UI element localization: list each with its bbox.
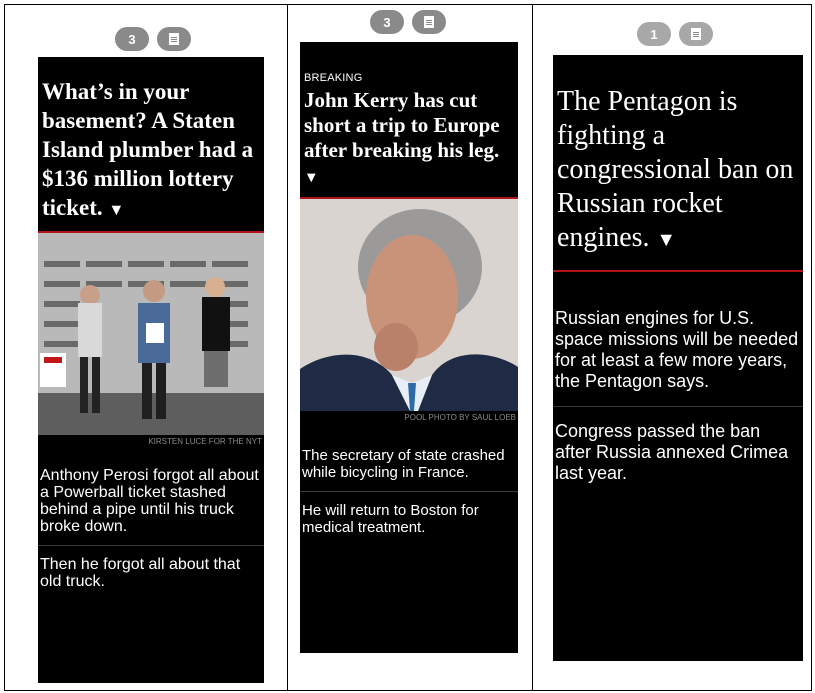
- headline[interactable]: What’s in your basement? A Staten Island…: [38, 57, 264, 225]
- story-card[interactable]: The Pentagon is fighting a congressional…: [553, 55, 803, 661]
- story-summary: The secretary of state crashed while bic…: [302, 447, 505, 481]
- comment-count-badge[interactable]: 3: [115, 27, 149, 51]
- photo-image: [38, 233, 264, 435]
- story-summary: Russian engines for U.S. space missions …: [555, 308, 799, 391]
- headline[interactable]: The Pentagon is fighting a congressional…: [553, 55, 803, 258]
- expand-arrow-icon[interactable]: ▼: [304, 170, 319, 186]
- story-summary: He will return to Boston for medical tre…: [302, 502, 479, 536]
- story-photo[interactable]: [38, 233, 264, 435]
- photo-credit: POOL PHOTO BY SAUL LOEB: [404, 413, 516, 422]
- document-icon: [424, 16, 434, 28]
- story-card[interactable]: What’s in your basement? A Staten Island…: [38, 57, 264, 683]
- expand-arrow-icon[interactable]: ▼: [657, 230, 676, 251]
- column-divider: [532, 4, 533, 691]
- badge-count: 3: [383, 14, 391, 30]
- badge-count: 3: [128, 31, 136, 47]
- document-button[interactable]: [157, 27, 191, 51]
- photo-image: [300, 199, 518, 411]
- document-icon: [691, 28, 701, 40]
- story-summary: Anthony Perosi forgot all about a Powerb…: [40, 467, 259, 535]
- comment-count-badge[interactable]: 1: [637, 22, 671, 46]
- breaking-label: BREAKING: [304, 72, 363, 84]
- document-icon: [169, 33, 179, 45]
- story-photo[interactable]: [300, 199, 518, 411]
- story-summary: Congress passed the ban after Russia ann…: [555, 421, 789, 483]
- photo-credit: KIRSTEN LUCE FOR THE NYT: [148, 437, 262, 446]
- column-divider: [287, 4, 288, 691]
- story-card[interactable]: BREAKING John Kerry has cut short a trip…: [300, 42, 518, 653]
- expand-arrow-icon[interactable]: ▼: [108, 202, 124, 219]
- document-button[interactable]: [679, 22, 713, 46]
- headline[interactable]: John Kerry has cut short a trip to Europ…: [300, 86, 518, 191]
- story-summary: Then he forgot all about that old truck.: [40, 556, 241, 590]
- badge-count: 1: [650, 26, 658, 42]
- document-button[interactable]: [412, 10, 446, 34]
- comment-count-badge[interactable]: 3: [370, 10, 404, 34]
